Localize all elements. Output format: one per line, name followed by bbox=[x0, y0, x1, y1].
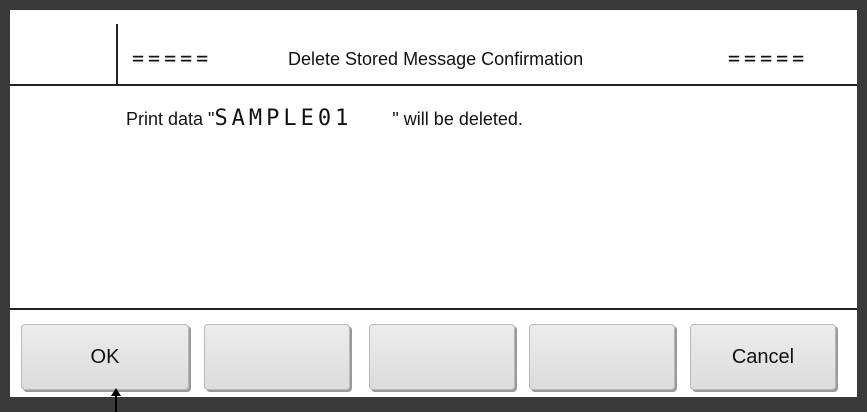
arrow-pointer-icon bbox=[111, 388, 121, 412]
confirmation-message: Print data "SAMPLE01 " will be deleted. bbox=[126, 106, 523, 131]
title-decoration-right: ===== bbox=[728, 46, 809, 70]
message-prefix: Print data " bbox=[126, 109, 215, 129]
dialog-title: Delete Stored Message Confirmation bbox=[288, 49, 584, 69]
message-suffix: " will be deleted. bbox=[352, 109, 523, 129]
header-left-cell bbox=[10, 24, 118, 86]
blank-button-2[interactable] bbox=[369, 324, 515, 390]
title-decoration-left: ===== bbox=[132, 46, 213, 70]
blank-button-1[interactable] bbox=[204, 324, 350, 390]
button-bar: OK Cancel bbox=[10, 308, 857, 397]
cancel-button[interactable]: Cancel bbox=[690, 324, 836, 390]
dialog-header: ===== Delete Stored Message Confirmation… bbox=[10, 10, 857, 86]
confirmation-dialog: ===== Delete Stored Message Confirmation… bbox=[10, 10, 857, 397]
message-name: SAMPLE01 bbox=[214, 106, 353, 131]
ok-button[interactable]: OK bbox=[21, 324, 189, 390]
blank-button-3[interactable] bbox=[529, 324, 675, 390]
